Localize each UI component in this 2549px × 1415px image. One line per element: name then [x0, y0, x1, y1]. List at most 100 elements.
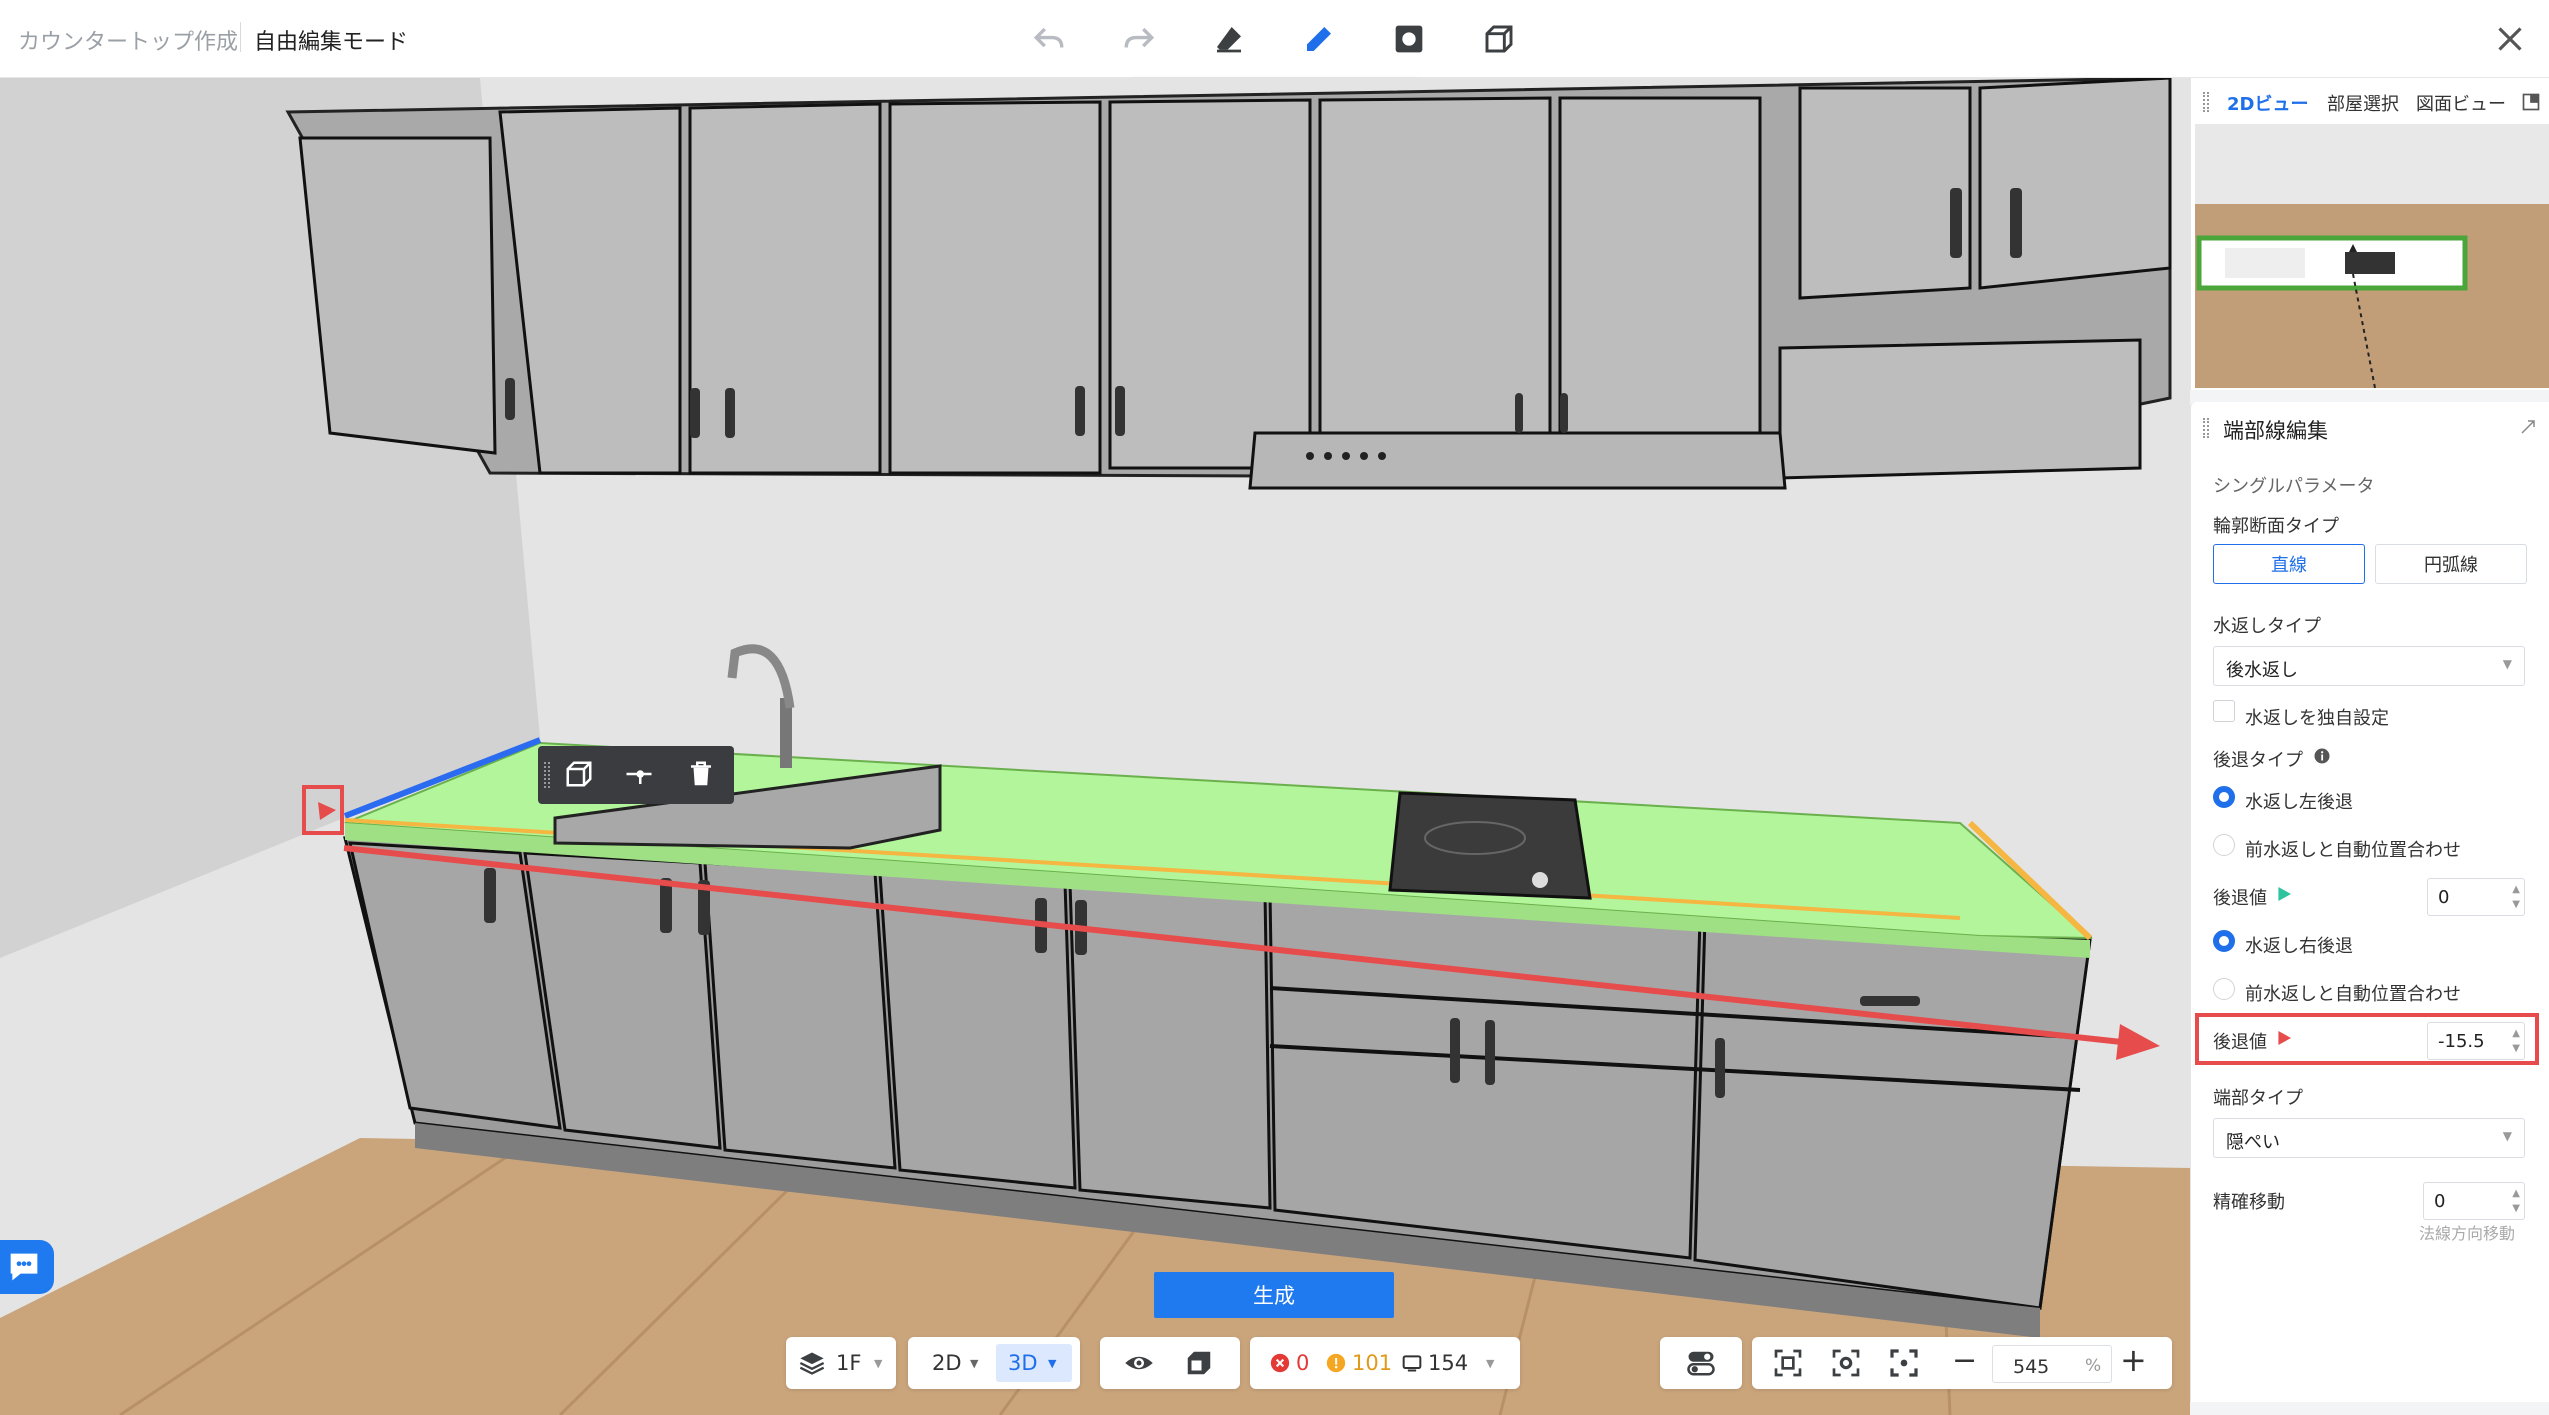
left-setback-label: 水返し左後退	[2245, 792, 2353, 813]
view-3d-label: 3D	[1008, 1351, 1038, 1375]
kitchen-scene[interactable]	[0, 78, 2190, 1415]
right-setback-label: 水返し右後退	[2245, 936, 2353, 957]
section-label: シングルパラメータ	[2213, 476, 2375, 497]
stepper-icon[interactable]: ▲ ▼	[2512, 882, 2520, 912]
floor-selector[interactable]: 1F ▼	[786, 1337, 896, 1389]
precise-move-input[interactable]: 0 ▲ ▼	[2423, 1182, 2525, 1220]
setback-value-label-1: 後退値	[2213, 888, 2267, 909]
tab-room-select[interactable]: 部屋選択	[2327, 90, 2399, 116]
display-tools	[1100, 1337, 1240, 1389]
split-edge-button[interactable]	[624, 759, 656, 791]
tab-2d-view[interactable]: 2Dビュー	[2227, 90, 2308, 116]
setback-value-1: 0	[2438, 887, 2450, 908]
3d-viewport[interactable]	[0, 78, 2190, 1415]
extrude-edge-button[interactable]	[564, 759, 596, 791]
end-type-label: 端部タイプ	[2213, 1088, 2303, 1109]
edit-pen-button[interactable]	[1298, 18, 1340, 60]
zoom-out-button[interactable]: −	[1952, 1343, 1977, 1378]
profile-arc-button[interactable]: 円弧線	[2375, 544, 2527, 584]
panel-title: 端部線編集	[2223, 419, 2328, 443]
split-icon	[626, 770, 652, 784]
floor-label: 1F	[836, 1351, 862, 1375]
radio-front-align-2[interactable]	[2213, 978, 2235, 1000]
trash-icon	[691, 761, 711, 786]
close-button[interactable]	[2489, 18, 2531, 60]
front-align-label-2: 前水返しと自動位置合わせ	[2245, 984, 2461, 1005]
warning-icon	[1326, 1353, 1346, 1373]
object-count: 154	[1428, 1351, 1469, 1375]
stepper-icon[interactable]: ▲ ▼	[2512, 1186, 2520, 1216]
chat-icon	[10, 1253, 38, 1281]
generate-button[interactable]: 生成	[1154, 1272, 1394, 1318]
redo-icon	[1124, 27, 1155, 48]
status-counters[interactable]: 0 101 154 ▼	[1250, 1337, 1520, 1389]
fit-selection-icon[interactable]	[1772, 1347, 1804, 1379]
square-hole-icon	[1395, 25, 1423, 53]
fit-settings-icon[interactable]	[1830, 1347, 1862, 1379]
expand-icon[interactable]	[2521, 92, 2541, 112]
custom-backsplash-checkbox[interactable]	[2213, 700, 2235, 722]
top-bar: カウンタートップ作成 自由編集モード	[0, 0, 2549, 78]
backsplash-type-select[interactable]: 後水返し ▼	[2213, 646, 2525, 686]
radio-right-setback[interactable]	[2213, 930, 2235, 952]
view-3d-button[interactable]: 3D ▼	[996, 1344, 1072, 1382]
zoom-value: 545	[2013, 1356, 2050, 1378]
zoom-tools: − 545 % +	[1752, 1337, 2172, 1389]
breadcrumb-separator	[240, 22, 241, 52]
drag-handle[interactable]	[544, 762, 550, 788]
edge-line-edit-panel: 端部線編集 シングルパラメータ 輪郭断面タイプ 直線 円弧線 水返しタイプ 後水…	[2190, 402, 2549, 1402]
eraser-button[interactable]	[1208, 18, 1250, 60]
chat-button[interactable]	[0, 1240, 54, 1294]
setback-type-label: 後退タイプ	[2213, 750, 2303, 771]
eye-icon[interactable]	[1124, 1348, 1154, 1378]
drag-handle[interactable]	[2203, 418, 2209, 438]
profile-straight-button[interactable]: 直線	[2213, 544, 2365, 584]
zoom-unit: %	[2085, 1356, 2102, 1376]
precise-move-label: 精確移動	[2213, 1192, 2285, 1213]
breadcrumb-parent[interactable]: カウンタートップ作成	[18, 24, 238, 56]
object-icon	[1402, 1355, 1422, 1372]
view-mode-toggle: 2D ▼ 3D ▼	[908, 1337, 1080, 1389]
minimap-canvas[interactable]	[2195, 124, 2549, 388]
tab-drawing-view[interactable]: 図面ビュー	[2416, 90, 2506, 116]
custom-backsplash-label: 水返しを独自設定	[2245, 708, 2389, 729]
chevron-down-icon: ▼	[970, 1357, 979, 1370]
chevron-down-icon: ▼	[874, 1357, 883, 1370]
expand-arrow-icon[interactable]	[2519, 418, 2537, 436]
fit-all-icon[interactable]	[1888, 1347, 1920, 1379]
edge-context-toolbar	[538, 746, 734, 804]
view-2d-button[interactable]: 2D	[932, 1351, 962, 1375]
undo-button[interactable]	[1028, 18, 1070, 60]
delete-edge-button[interactable]	[686, 759, 718, 791]
precise-move-value: 0	[2434, 1191, 2446, 1212]
front-align-label-1: 前水返しと自動位置合わせ	[2245, 840, 2461, 861]
chevron-down-icon: ▼	[1048, 1357, 1057, 1370]
zoom-in-button[interactable]: +	[2120, 1341, 2147, 1379]
minimap-tabs: 2Dビュー 部屋選択 図面ビュー	[2191, 78, 2549, 124]
minimap-2d-view[interactable]	[2195, 124, 2549, 388]
radio-front-align-1[interactable]	[2213, 834, 2235, 856]
box-icon	[566, 761, 592, 787]
cabinet-icon[interactable]	[1184, 1348, 1214, 1378]
end-type-select[interactable]: 隠ぺい ▼	[2213, 1118, 2525, 1158]
radio-left-setback[interactable]	[2213, 786, 2235, 808]
chevron-down-icon: ▼	[1486, 1357, 1495, 1370]
warning-count: 101	[1352, 1351, 1393, 1375]
box-icon	[1485, 25, 1513, 53]
highlight-box	[2195, 1013, 2539, 1065]
setback-value-input-1[interactable]: 0 ▲ ▼	[2427, 878, 2525, 916]
chevron-down-icon: ▼	[2502, 1129, 2512, 1143]
eraser-icon	[1217, 27, 1241, 53]
redo-button[interactable]	[1118, 18, 1160, 60]
extrude-button[interactable]	[1478, 18, 1520, 60]
chevron-down-icon: ▼	[2502, 657, 2512, 671]
hole-button[interactable]	[1388, 18, 1430, 60]
profile-type-label: 輪郭断面タイプ	[2213, 516, 2339, 537]
zoom-input[interactable]: 545 %	[1992, 1345, 2112, 1383]
backsplash-type-label: 水返しタイプ	[2213, 616, 2321, 637]
drag-handle[interactable]	[2203, 92, 2209, 112]
error-count: 0	[1296, 1351, 1310, 1375]
info-icon[interactable]	[2313, 747, 2331, 765]
settings-toggle[interactable]	[1660, 1337, 1742, 1389]
pen-icon	[1307, 27, 1331, 51]
